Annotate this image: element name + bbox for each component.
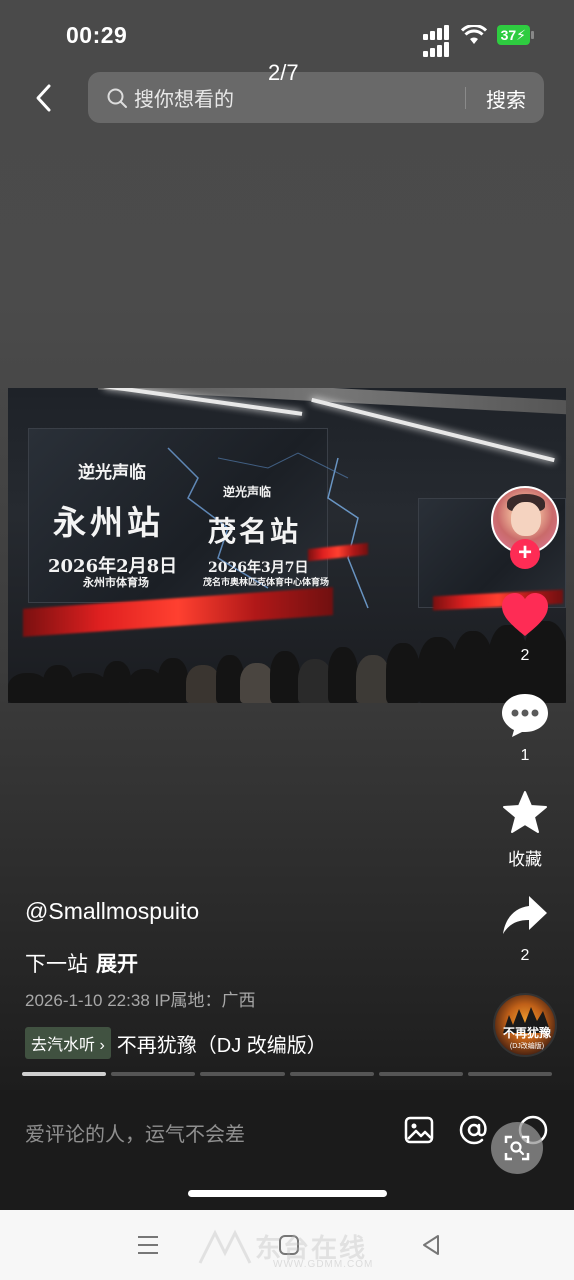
image-icon[interactable] xyxy=(403,1114,435,1146)
post-meta: 2026-1-10 22:38 IP属地：广西 xyxy=(25,991,256,1010)
progress-segment xyxy=(111,1072,196,1076)
follow-button[interactable]: + xyxy=(510,539,540,569)
like-button[interactable]: 2 xyxy=(495,592,555,665)
music-name[interactable]: 不再犹豫（DJ 改编版） xyxy=(117,1029,327,1058)
status-time: 00:29 xyxy=(66,22,128,48)
share-icon xyxy=(503,896,547,934)
favorite-label: 收藏 xyxy=(508,850,542,869)
right-date-text: 2026年3月7日 xyxy=(208,560,309,576)
author-name[interactable]: @Smallmospuito xyxy=(25,898,199,925)
share-count: 2 xyxy=(520,947,530,964)
right-city-text: 茂名站 xyxy=(208,515,302,548)
system-nav-bar: 东台在线 WWW.GDMM.COM xyxy=(0,1210,574,1280)
watermark: 东台在线 WWW.GDMM.COM xyxy=(195,1222,395,1272)
heart-icon xyxy=(502,593,548,636)
left-city-text: 永州站 xyxy=(53,503,164,542)
left-venue-text: 永州市体育场 xyxy=(83,576,149,589)
scan-button[interactable] xyxy=(491,1122,543,1174)
description-text: 下一站 xyxy=(25,953,88,976)
music-disc[interactable]: 不再犹豫 (DJ改编版) xyxy=(493,993,557,1057)
page-indicator: 2/7 xyxy=(268,60,299,85)
status-icons: 37⚡ xyxy=(422,25,535,57)
chevron-left-icon xyxy=(36,84,51,112)
search-placeholder: 搜你想看的 xyxy=(134,89,234,111)
battery-indicator: 37⚡ xyxy=(496,25,535,45)
wifi-icon xyxy=(460,25,487,44)
post-photo[interactable]: 逆光声临 永州站 2026年2月8日 永州市体育场 逆光声临 茂名站 2026年… xyxy=(8,388,566,703)
watermark-url: WWW.GDMM.COM xyxy=(273,1259,374,1270)
comment-icon xyxy=(502,694,548,737)
expand-button[interactable]: 展开 xyxy=(96,953,138,976)
progress-segment xyxy=(378,1072,463,1076)
signal-icon xyxy=(422,25,451,57)
stage-truss xyxy=(98,388,566,415)
progress-segment xyxy=(22,1072,107,1076)
search-divider xyxy=(465,87,466,109)
back-nav-icon[interactable] xyxy=(418,1232,444,1258)
star-icon xyxy=(503,791,547,833)
search-input[interactable]: 搜你想看的 搜索 xyxy=(88,72,544,123)
progress-segment xyxy=(289,1072,374,1076)
disc-title: 不再犹豫 xyxy=(502,1026,551,1040)
share-button[interactable]: 2 xyxy=(495,894,555,965)
like-count: 2 xyxy=(520,647,530,664)
watermark-logo xyxy=(198,1229,252,1264)
progress-segment xyxy=(200,1072,285,1076)
comment-button[interactable]: 1 xyxy=(495,692,555,765)
right-logo-text: 逆光声临 xyxy=(223,485,272,499)
slide-progress xyxy=(22,1072,553,1076)
comment-count: 1 xyxy=(520,747,530,764)
mention-icon[interactable] xyxy=(458,1114,490,1146)
video-screen: 00:29 37⚡ 搜你想看的 搜索 2/7 逆光声临 永州站 2026年2月8… xyxy=(0,0,574,1210)
post-description: 下一站 展开 xyxy=(25,948,138,978)
right-venue-text: 茂名市奥林匹克体育中心体育场 xyxy=(203,578,330,588)
music-row[interactable]: 去汽水听 › 不再犹豫（DJ 改编版） xyxy=(25,1027,327,1059)
crowd-silhouette xyxy=(8,621,566,703)
progress-segment xyxy=(467,1072,553,1076)
favorite-button[interactable]: 收藏 xyxy=(495,790,555,870)
left-logo-text: 逆光声临 xyxy=(78,463,146,483)
disc-subtitle: (DJ改编版) xyxy=(509,1043,545,1050)
scan-icon xyxy=(504,1135,530,1161)
comment-input[interactable]: 爱评论的人，运气不会差 xyxy=(25,1118,245,1147)
menu-icon[interactable] xyxy=(135,1232,161,1258)
search-button[interactable]: 搜索 xyxy=(486,84,526,113)
battery-level: 37 xyxy=(500,27,517,43)
back-button[interactable] xyxy=(28,80,58,116)
search-icon xyxy=(107,88,127,108)
music-app-tag[interactable]: 去汽水听 › xyxy=(25,1027,111,1059)
home-indicator[interactable] xyxy=(188,1190,387,1197)
